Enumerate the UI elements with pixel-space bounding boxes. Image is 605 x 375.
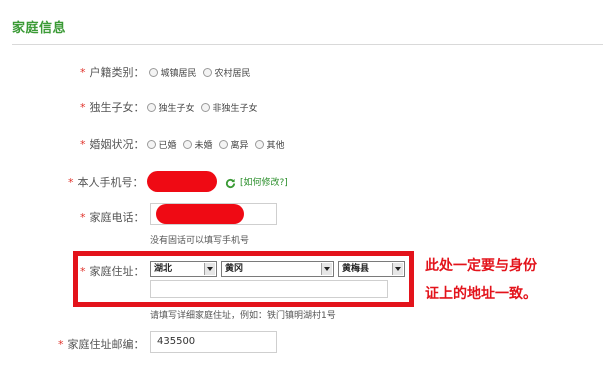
only-child-row: * 独生子女： 独生子女 非独生子女 (80, 99, 264, 115)
hukou-row: * 户籍类别： 城镇居民 农村居民 (80, 64, 257, 80)
marital-label: * 婚姻状况： (80, 136, 145, 152)
required-asterisk: * (68, 175, 74, 189)
home-phone-label-text: 家庭电话： (89, 211, 145, 224)
phone-row: * 本人手机号： (68, 174, 144, 190)
address-highlight-box (73, 251, 414, 307)
address-hint: 请填写详细家庭住址，例如：铁门镇明湖村1号 (150, 311, 336, 321)
radio-button[interactable] (148, 67, 158, 77)
phone-value-redacted (147, 171, 217, 192)
how-to-modify-link[interactable]: [如何修改?] (240, 175, 288, 188)
only-child-label-text: 独生子女： (89, 101, 145, 114)
postcode-input[interactable]: 435500 (150, 331, 277, 353)
only-child-option-no[interactable]: 非独生子女 (200, 101, 258, 114)
address-annotation: 此处一定要与身份 证上的地址一致。 (425, 252, 595, 308)
required-asterisk: * (80, 210, 86, 224)
refresh-icon[interactable] (225, 174, 236, 189)
required-asterisk: * (80, 100, 86, 114)
section-title: 家庭信息 (12, 21, 67, 36)
required-asterisk: * (80, 137, 86, 151)
section-divider (12, 44, 603, 45)
marital-row: * 婚姻状况： 已婚 未婚 离异 其他 (80, 136, 291, 152)
hukou-label-text: 户籍类别： (89, 66, 145, 79)
required-asterisk: * (58, 337, 64, 351)
home-phone-hint: 没有固话可以填写手机号 (150, 236, 250, 246)
radio-button[interactable] (200, 102, 210, 112)
radio-button[interactable] (146, 102, 156, 112)
postcode-label-text: 家庭住址邮编： (67, 338, 145, 351)
postcode-label: * 家庭住址邮编： (58, 336, 145, 352)
only-child-label: * 独生子女： (80, 99, 145, 115)
marital-option-divorced[interactable]: 离异 (218, 138, 249, 151)
radio-button[interactable] (182, 139, 192, 149)
marital-option-other[interactable]: 其他 (254, 138, 285, 151)
marital-option-married[interactable]: 已婚 (146, 138, 177, 151)
radio-button[interactable] (202, 67, 212, 77)
marital-label-text: 婚姻状况： (89, 138, 145, 151)
hukou-option-rural[interactable]: 农村居民 (202, 66, 251, 79)
home-phone-label: * 家庭电话： (80, 209, 145, 225)
phone-label-text: 本人手机号： (77, 176, 144, 189)
home-phone-row: * 家庭电话： (80, 209, 145, 225)
radio-button[interactable] (254, 139, 264, 149)
phone-label: * 本人手机号： (68, 174, 144, 190)
radio-button[interactable] (218, 139, 228, 149)
annotation-line-2: 证上的地址一致。 (425, 286, 537, 302)
home-phone-value-redacted (156, 204, 244, 224)
annotation-line-1: 此处一定要与身份 (425, 258, 537, 274)
postcode-row: * 家庭住址邮编： (58, 336, 145, 352)
required-asterisk: * (80, 65, 86, 79)
radio-button[interactable] (146, 139, 156, 149)
hukou-option-urban[interactable]: 城镇居民 (148, 66, 197, 79)
marital-option-single[interactable]: 未婚 (182, 138, 213, 151)
hukou-label: * 户籍类别： (80, 64, 145, 80)
only-child-option-yes[interactable]: 独生子女 (146, 101, 195, 114)
